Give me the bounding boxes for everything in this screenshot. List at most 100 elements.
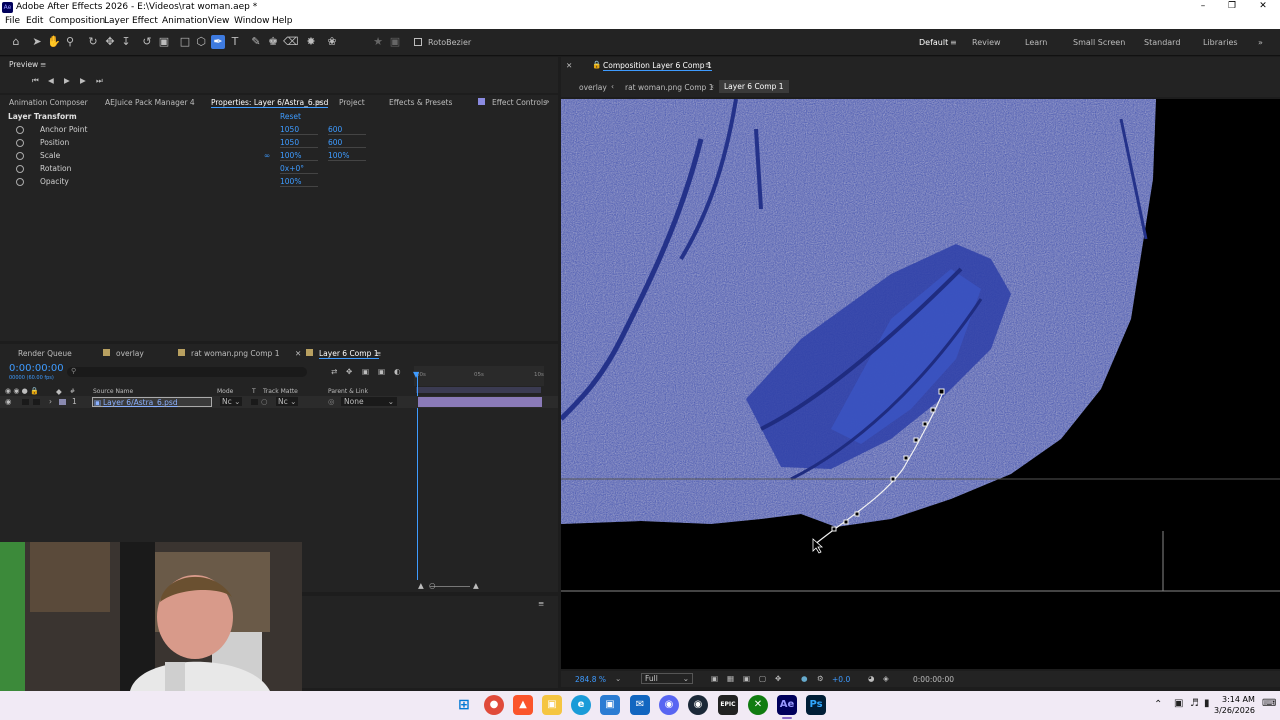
artwork-canvas[interactable] bbox=[561, 99, 1280, 669]
panel-menu-icon[interactable]: ≡ bbox=[705, 60, 711, 69]
shape-tool-icon[interactable]: ⬡ bbox=[194, 35, 208, 49]
tab-animation-composer[interactable]: Animation Composer bbox=[9, 98, 88, 107]
clone-stamp-tool-icon[interactable]: ♚ bbox=[266, 35, 280, 49]
zoom-tool-icon[interactable]: ⚲ bbox=[63, 35, 77, 49]
menu-effect[interactable]: Effect bbox=[132, 16, 158, 26]
tab-overlay[interactable]: overlay bbox=[116, 349, 144, 358]
workspace-learn[interactable]: Learn bbox=[1025, 38, 1047, 47]
minimize-icon[interactable]: – bbox=[1188, 1, 1218, 11]
stopwatch-icon[interactable] bbox=[16, 152, 24, 160]
photoshop-icon[interactable]: Ps bbox=[806, 695, 826, 715]
steam-icon[interactable]: ◉ bbox=[688, 695, 708, 715]
mask-visibility-icon[interactable]: ▣ bbox=[743, 674, 750, 683]
track-matte-select[interactable]: Nc ⌄ bbox=[276, 397, 299, 406]
motion-blur-icon[interactable]: ◐ bbox=[394, 367, 401, 376]
panel-menu-icon[interactable]: ≡ bbox=[375, 349, 381, 358]
menu-layer[interactable]: Layer bbox=[104, 16, 129, 26]
panels-overflow-icon[interactable]: » bbox=[545, 97, 550, 106]
lock-icon[interactable]: 🔒 bbox=[592, 60, 601, 69]
workspace-default[interactable]: Default bbox=[919, 38, 948, 47]
store-icon[interactable]: ▣ bbox=[600, 695, 620, 715]
comp-mini-flowchart-icon[interactable]: ⇄ bbox=[331, 367, 337, 376]
puppet-tool-icon[interactable]: ❀ bbox=[325, 35, 339, 49]
restore-icon[interactable]: ❐ bbox=[1217, 1, 1247, 11]
preserve-transparency-box[interactable] bbox=[251, 399, 258, 405]
move-tool-icon[interactable]: ✥ bbox=[103, 35, 117, 49]
notification-icon[interactable]: ⌨ bbox=[1262, 698, 1276, 709]
battery-icon[interactable]: ▮ bbox=[1204, 698, 1210, 709]
orbit-tool-icon[interactable]: ↻ bbox=[86, 35, 100, 49]
xbox-icon[interactable]: ✕ bbox=[748, 695, 768, 715]
time-ruler[interactable]: 00s 05s 10s bbox=[414, 366, 544, 386]
star-icon[interactable]: ★ bbox=[371, 35, 385, 49]
last-frame-icon[interactable]: ⏭ bbox=[96, 76, 103, 86]
timecode[interactable]: 0:00:00:00 bbox=[9, 363, 64, 374]
show-snapshot-icon[interactable]: ◈ bbox=[883, 674, 889, 683]
av-toggle-icon[interactable]: ◉ ◉ ● 🔒 bbox=[5, 387, 39, 395]
composition-viewer[interactable] bbox=[561, 99, 1280, 669]
stopwatch-icon[interactable] bbox=[16, 126, 24, 134]
hand-tool-icon[interactable]: ✋ bbox=[47, 35, 61, 49]
prop-value[interactable]: 100% bbox=[280, 177, 318, 187]
panel-menu-icon[interactable]: ≡ bbox=[40, 60, 46, 69]
menu-file[interactable]: File bbox=[5, 16, 20, 26]
menu-window[interactable]: Window bbox=[234, 16, 270, 26]
menu-view[interactable]: View bbox=[208, 16, 229, 26]
rectangle-tool-icon[interactable]: □ bbox=[178, 35, 192, 49]
prop-value[interactable]: 100% bbox=[280, 151, 318, 161]
dolly-tool-icon[interactable]: ↧ bbox=[119, 35, 133, 49]
tab-render-queue[interactable]: Render Queue bbox=[18, 349, 72, 358]
roto-brush-tool-icon[interactable]: ✸ bbox=[304, 35, 318, 49]
prop-value[interactable]: 1050 bbox=[280, 138, 318, 148]
table-row[interactable]: ◉ › 1 ▣ Layer 6/Astra_6.psd Nc ⌄ ○ Nc ⌄ … bbox=[0, 396, 558, 408]
next-frame-icon[interactable]: ▶ bbox=[80, 76, 86, 85]
playhead-handle-icon[interactable]: ▼ bbox=[413, 370, 419, 379]
tab-rat-woman-comp[interactable]: rat woman.png Comp 1 bbox=[191, 349, 279, 358]
color-management-icon[interactable]: ⚙ bbox=[817, 674, 824, 683]
epic-games-icon[interactable]: EPIC bbox=[718, 695, 738, 715]
reset-button[interactable]: Reset bbox=[280, 112, 301, 121]
expand-chevron-icon[interactable]: › bbox=[49, 397, 52, 406]
link-icon[interactable]: ∞ bbox=[264, 151, 270, 160]
pickwhip-icon[interactable]: ◎ bbox=[328, 397, 335, 406]
grid-guides-icon[interactable]: ✥ bbox=[775, 674, 781, 683]
solo-icon[interactable] bbox=[22, 399, 29, 405]
panel-menu-icon[interactable]: ≡ bbox=[538, 599, 544, 608]
snap-icon[interactable]: ▣ bbox=[388, 35, 402, 49]
after-effects-icon[interactable]: Ae bbox=[777, 695, 797, 715]
type-tool-icon[interactable]: T bbox=[228, 35, 242, 49]
windows-start-icon[interactable]: ⊞ bbox=[454, 695, 474, 715]
zoom-slider-handle-icon[interactable]: ○ bbox=[429, 581, 436, 590]
mail-icon[interactable]: ✉ bbox=[630, 695, 650, 715]
layer-label-swatch[interactable] bbox=[59, 399, 66, 405]
tab-project[interactable]: Project bbox=[339, 98, 365, 107]
network-icon[interactable]: ▣ bbox=[1174, 698, 1183, 709]
zoom-dropdown-icon[interactable]: ⌄ bbox=[615, 674, 621, 683]
composition-tab[interactable]: Composition Layer 6 Comp 1 bbox=[603, 61, 712, 71]
panel-menu-icon[interactable]: ≡ bbox=[316, 98, 322, 107]
show-hidden-icons-icon[interactable]: ⌃ bbox=[1154, 699, 1162, 710]
prop-value[interactable]: 600 bbox=[328, 138, 366, 148]
zoom-out-icon[interactable]: ▲ bbox=[418, 581, 424, 590]
shy-layers-icon[interactable]: ▣ bbox=[362, 367, 369, 376]
blend-mode-select[interactable]: Nc ⌄ bbox=[220, 397, 243, 406]
region-of-interest-icon[interactable]: ▢ bbox=[759, 674, 766, 683]
tab-aejuice[interactable]: AEJuice Pack Manager 4 bbox=[105, 98, 195, 107]
menu-animation[interactable]: Animation bbox=[162, 16, 208, 26]
stopwatch-icon[interactable] bbox=[16, 139, 24, 147]
menu-composition[interactable]: Composition bbox=[49, 16, 105, 26]
discord-icon[interactable]: ◉ bbox=[659, 695, 679, 715]
zoom-level[interactable]: 284.8 % bbox=[575, 675, 606, 684]
workspace-standard[interactable]: Standard bbox=[1144, 38, 1180, 47]
workspace-review[interactable]: Review bbox=[972, 38, 1001, 47]
edge-icon[interactable]: e bbox=[571, 695, 591, 715]
clock-date[interactable]: 3/26/2026 bbox=[1214, 706, 1255, 715]
breadcrumb-layer6[interactable]: Layer 6 Comp 1 bbox=[719, 80, 789, 93]
menu-edit[interactable]: Edit bbox=[26, 16, 43, 26]
resolution-select[interactable]: Full ⌄ bbox=[641, 673, 693, 684]
first-frame-icon[interactable]: ⏮ bbox=[32, 76, 39, 86]
prop-value[interactable]: 1050 bbox=[280, 125, 318, 135]
transparency-grid-icon[interactable]: ▦ bbox=[727, 674, 734, 683]
selection-tool-icon[interactable]: ➤ bbox=[30, 35, 44, 49]
volume-icon[interactable]: ♬ bbox=[1190, 698, 1199, 709]
